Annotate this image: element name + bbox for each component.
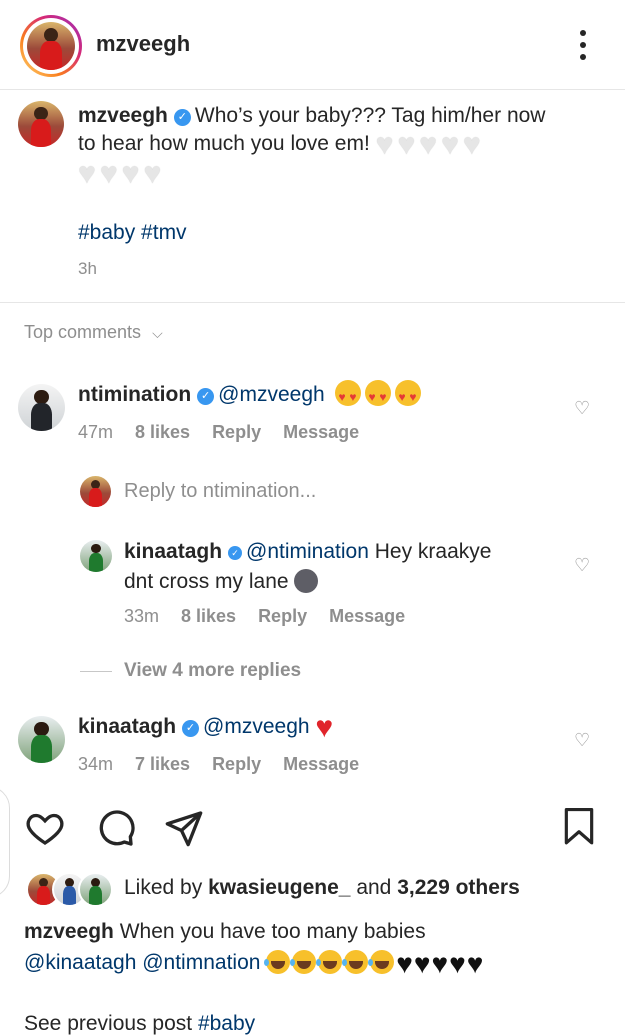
next-caption: mzveegh When you have too many babies @k… xyxy=(24,916,614,979)
comment-likes[interactable]: 7 likes xyxy=(135,754,190,774)
message-button[interactable]: Message xyxy=(329,606,405,626)
caption-hashtags[interactable]: #baby #tmv xyxy=(78,221,187,245)
caption-line1: Who’s your baby??? Tag him/her now xyxy=(194,104,546,127)
comment-likes[interactable]: 8 likes xyxy=(135,422,190,442)
liked-by-others[interactable]: 3,229 others xyxy=(397,876,520,899)
header-divider xyxy=(0,89,625,90)
reply-prompt-avatar xyxy=(80,476,111,507)
send-icon[interactable] xyxy=(164,808,204,853)
comment-like-heart-icon[interactable]: ♡ xyxy=(574,730,590,751)
red-heart-icon: ♥ xyxy=(315,711,334,744)
comment-mention[interactable]: @mzveegh xyxy=(203,715,310,738)
liker-avatar-3 xyxy=(78,872,113,907)
reply-time: 33m xyxy=(124,606,160,626)
liked-by[interactable]: Liked by kwasieugene_ and 3,229 others xyxy=(124,876,520,900)
comment-username[interactable]: kinaatagh xyxy=(78,715,176,738)
view-more-replies[interactable]: View 4 more replies xyxy=(124,660,301,682)
white-heart-icons: ♥ ♥ ♥ ♥ ♥ xyxy=(375,128,481,161)
reply-meta: 33m 8 likes Reply Message xyxy=(124,606,427,627)
see-previous-post[interactable]: See previous post #baby xyxy=(24,1012,255,1036)
message-button[interactable]: Message xyxy=(283,422,359,442)
comment-icon[interactable] xyxy=(96,808,136,853)
heart-eyes-icons xyxy=(334,380,425,412)
comment-mention[interactable]: @mzveegh xyxy=(218,383,325,406)
message-button[interactable]: Message xyxy=(283,754,359,774)
liked-by-and: and xyxy=(356,876,392,899)
reply-button[interactable]: Reply xyxy=(258,606,307,626)
reply-mention[interactable]: @ntimination xyxy=(246,540,369,563)
top-comments-toggle[interactable]: Top comments ⌵ xyxy=(24,322,163,343)
verified-badge-icon: ✓ xyxy=(197,388,215,405)
verified-badge-icon: ✓ xyxy=(228,546,243,560)
comment-avatar-ntimination[interactable] xyxy=(18,384,65,431)
caption-text: mzveegh ✓ Who’s your baby??? Tag him/her n… xyxy=(78,102,608,190)
view-more-line xyxy=(80,671,112,672)
reply-like-heart-icon[interactable]: ♡ xyxy=(574,555,590,576)
laughing-icons xyxy=(264,950,396,974)
reply-line1: Hey kraakye xyxy=(374,540,492,563)
reply-button[interactable]: Reply xyxy=(212,422,261,442)
comment-avatar-kinaatagh[interactable] xyxy=(18,716,65,763)
chevron-down-icon: ⌵ xyxy=(152,325,163,341)
liked-by-user[interactable]: kwasieugene_ xyxy=(208,876,350,899)
header-username[interactable]: mzveegh xyxy=(96,31,190,57)
liked-by-prefix: Liked by xyxy=(124,876,203,899)
black-heart-icons: ♥♥♥♥♥ xyxy=(396,948,484,979)
verified-badge-icon: ✓ xyxy=(173,109,191,126)
more-vertical-icon[interactable] xyxy=(575,28,591,62)
bookmark-icon[interactable] xyxy=(562,808,596,851)
caption-username[interactable]: mzveegh xyxy=(78,104,168,127)
comment-ntimination: ntimination ✓ @mzveegh xyxy=(78,380,425,412)
header-avatar[interactable] xyxy=(27,22,75,70)
next-caption-text: When you have too many babies xyxy=(119,920,426,943)
new-moon-face-icon xyxy=(294,569,319,593)
comment-kinaatagh: kinaatagh ✓ @mzveegh ♥ xyxy=(78,712,333,743)
reply-username[interactable]: kinaatagh xyxy=(124,540,222,563)
comment-time: 47m xyxy=(78,422,114,442)
next-caption-username[interactable]: mzveegh xyxy=(24,920,114,943)
reply-prompt[interactable]: Reply to ntimination... xyxy=(124,480,316,503)
top-comments-label: Top comments xyxy=(24,322,142,342)
verified-badge-icon: ✓ xyxy=(182,720,200,737)
next-caption-mentions[interactable]: @kinaatagh @ntimnation xyxy=(24,951,260,974)
comment-time: 34m xyxy=(78,754,114,774)
reply-likes[interactable]: 8 likes xyxy=(181,606,236,626)
comment-like-heart-icon[interactable]: ♡ xyxy=(574,398,590,419)
reply-line2: dnt cross my lane xyxy=(124,570,289,593)
caption-divider xyxy=(0,302,625,303)
comment-meta: 34m 7 likes Reply Message xyxy=(78,754,381,775)
white-heart-icons-2: ♥ ♥ ♥ ♥ xyxy=(78,157,162,190)
screen-edge-arc xyxy=(0,786,10,898)
caption-line2: to hear how much you love em! xyxy=(78,132,370,155)
reply-button[interactable]: Reply xyxy=(212,754,261,774)
caption-avatar[interactable] xyxy=(18,101,64,147)
caption-time: 3h xyxy=(78,259,97,278)
heart-icon[interactable] xyxy=(24,808,66,853)
comment-username[interactable]: ntimination xyxy=(78,383,191,406)
comment-meta: 47m 8 likes Reply Message xyxy=(78,422,381,443)
reply-avatar-kinaatagh[interactable] xyxy=(80,540,112,572)
reply-kinaatagh: kinaatagh ✓ @ntimination Hey kraakye dnt c… xyxy=(124,537,554,597)
